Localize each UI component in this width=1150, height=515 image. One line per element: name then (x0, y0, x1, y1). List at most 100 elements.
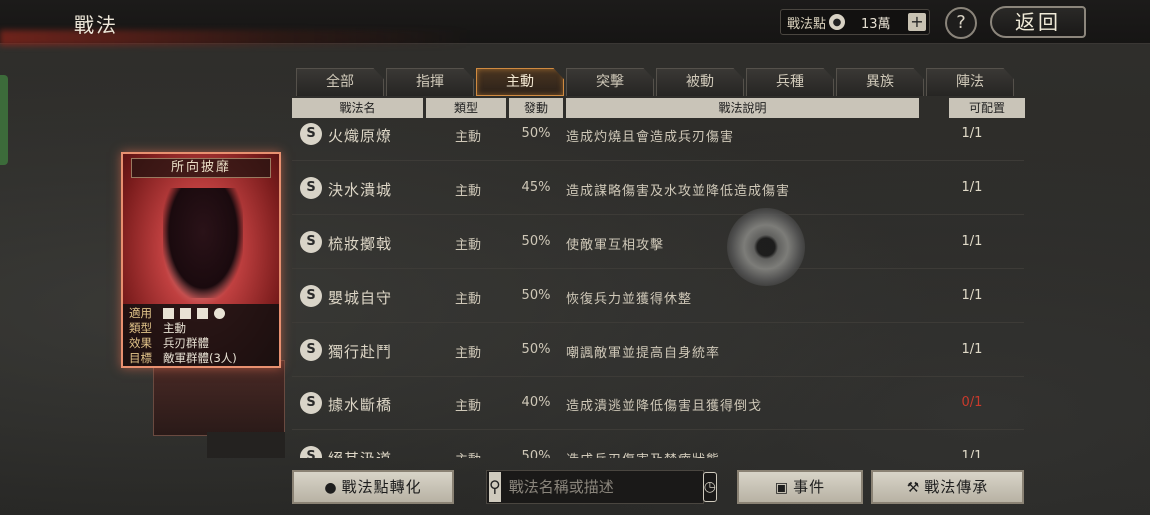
shield-icon (180, 308, 191, 319)
back-button[interactable]: 返回 (990, 6, 1086, 38)
grade-badge: S (300, 230, 322, 253)
card-stack-back-lower (207, 432, 285, 458)
card-effect-label: 效果 (129, 336, 152, 350)
tab-formation[interactable]: 陣法 (926, 68, 1014, 96)
card-target-value: 敵軍群體(3人) (163, 351, 237, 365)
tactic-slot: 1/1 (961, 287, 983, 303)
history-clock-icon[interactable]: ◷ (702, 472, 717, 502)
card-title: 所向披靡 (131, 158, 271, 178)
table-row[interactable]: S 火熾原燎 主動 50% 造成灼燒且會造成兵刃傷害 1/1 (292, 118, 1024, 161)
tactic-type: 主動 (450, 449, 486, 459)
table-row[interactable]: S 據水斷橋 主動 40% 造成潰逃並降低傷害且獲得倒戈 0/1 (292, 376, 1024, 430)
tab-all[interactable]: 全部 (296, 68, 384, 96)
tactic-list: S 火熾原燎 主動 50% 造成灼燒且會造成兵刃傷害 1/1 S 決水潰城 主動… (292, 118, 1024, 458)
flame-icon: ● (829, 14, 846, 30)
tactic-points-label: 戰法點 (787, 16, 827, 32)
card-art (163, 188, 243, 298)
page-title: 戰法 (74, 13, 118, 37)
inherit-label: 戰法傳承 (924, 478, 989, 496)
tactic-desc: 嘲諷敵軍並提高自身統率 (566, 345, 721, 361)
tactic-rate: 50% (521, 233, 551, 249)
tactic-rate: 45% (521, 179, 551, 195)
inherit-button[interactable]: ⚒ 戰法傳承 (871, 470, 1024, 504)
card-applies-label: 適用 (129, 306, 152, 320)
tactic-name: 獨行赴鬥 (328, 342, 393, 361)
column-header-type[interactable]: 類型 (426, 98, 506, 118)
tab-assault[interactable]: 突擊 (566, 68, 654, 96)
tactic-name: 據水斷橋 (328, 395, 393, 414)
tactic-slot: 1/1 (961, 179, 983, 195)
search-icon[interactable]: ⚲ (489, 472, 501, 502)
tactic-desc: 造成潰逃並降低傷害且獲得倒戈 (566, 398, 763, 414)
tactic-points-display: 戰法點 ● 13萬 + (780, 9, 930, 35)
tactic-slot: 1/1 (961, 448, 983, 459)
tactic-slot: 0/1 (961, 394, 983, 410)
card-troop-icons (163, 306, 231, 321)
help-button[interactable]: ? (945, 7, 977, 39)
grade-badge: S (300, 284, 322, 307)
column-header-desc: 戰法說明 (566, 98, 919, 118)
convert-points-label: 戰法點轉化 (341, 478, 422, 496)
card-effect-value: 兵刃群體 (163, 336, 209, 350)
grade-badge: S (300, 445, 322, 458)
tactic-card[interactable]: 所向披靡 適用 類型 主動 效果 兵刃群體 目標 敵軍群體(3人) (121, 152, 281, 368)
tab-foreign[interactable]: 異族 (836, 68, 924, 96)
tab-active[interactable]: 主動 (476, 68, 564, 96)
card-effect-row: 效果 兵刃群體 (129, 336, 273, 351)
tactic-desc: 恢復兵力並獲得休整 (566, 291, 693, 307)
spear-icon (214, 308, 225, 319)
tactic-desc: 造成兵刃傷害及禁療狀態 (566, 449, 720, 459)
table-row[interactable]: S 獨行赴鬥 主動 50% 嘲諷敵軍並提高自身統率 1/1 (292, 323, 1024, 377)
column-header-rate[interactable]: 發動 (509, 98, 563, 118)
tactic-type: 主動 (454, 129, 481, 145)
card-info: 適用 類型 主動 效果 兵刃群體 目標 敵軍群體(3人) (123, 304, 279, 366)
tactic-name: 火熾原燎 (328, 126, 393, 145)
tab-troop[interactable]: 兵種 (746, 68, 834, 96)
tactic-type: 主動 (454, 183, 481, 199)
bow-icon (197, 308, 208, 319)
left-edge-tab[interactable] (0, 75, 8, 165)
table-row[interactable]: S 絕其汲道 主動 50% 造成兵刃傷害及禁療狀態 1/1 (292, 430, 1024, 458)
tactic-rate: 40% (521, 394, 551, 410)
tab-passive[interactable]: 被動 (656, 68, 744, 96)
search-input[interactable] (500, 472, 703, 502)
event-button[interactable]: ▣ 事件 (737, 470, 863, 504)
loading-spinner-icon (727, 208, 805, 286)
add-points-button[interactable]: + (908, 13, 926, 31)
tactic-points-value: 13萬 (861, 16, 891, 32)
tactic-desc: 造成謀略傷害及水攻並降低造成傷害 (566, 183, 791, 199)
card-type-row: 類型 主動 (129, 321, 273, 336)
tactic-slot: 1/1 (961, 125, 983, 141)
tactic-desc: 造成灼燒且會造成兵刃傷害 (566, 129, 735, 145)
card-type-label: 類型 (129, 321, 152, 335)
tactic-type: 主動 (454, 291, 481, 307)
cavalry-icon (163, 308, 174, 319)
convert-points-button[interactable]: ● 戰法點轉化 (292, 470, 454, 504)
flame-icon: ● (324, 480, 338, 496)
tab-bar: 全部 指揮 主動 突擊 被動 兵種 異族 陣法 (296, 68, 1016, 96)
grade-badge: S (300, 338, 322, 361)
tactic-slot: 1/1 (961, 233, 983, 249)
tactic-name: 嬰城自守 (328, 288, 393, 307)
event-icon: ▣ (774, 480, 790, 496)
tactic-rate: 50% (521, 125, 551, 141)
table-header: 戰法名 類型 發動 戰法說明 可配置 (292, 98, 1028, 118)
table-row[interactable]: S 決水潰城 主動 45% 造成謀略傷害及水攻並降低造成傷害 1/1 (292, 161, 1024, 215)
table-row[interactable]: S 嬰城自守 主動 50% 恢復兵力並獲得休整 1/1 (292, 269, 1024, 323)
tactic-rate: 50% (521, 287, 551, 303)
tactic-type: 主動 (454, 237, 481, 253)
column-header-slot[interactable]: 可配置 (949, 98, 1025, 118)
column-header-name[interactable]: 戰法名 (292, 98, 423, 118)
card-target-row: 目標 敵軍群體(3人) (129, 351, 273, 366)
tactic-rate: 50% (521, 448, 551, 459)
search-bar: ⚲ ◷ (486, 470, 717, 504)
card-type-value: 主動 (163, 321, 186, 335)
top-bar: 戰法 戰法點 ● 13萬 + ? 返回 (0, 0, 1150, 46)
tactic-slot: 1/1 (961, 341, 983, 357)
grade-badge: S (300, 176, 322, 199)
tactic-name: 梳妝擲戟 (328, 234, 393, 253)
title-glow (0, 30, 470, 46)
table-row[interactable]: S 梳妝擲戟 主動 50% 使敵軍互相攻擊 1/1 (292, 215, 1024, 269)
tab-command[interactable]: 指揮 (386, 68, 474, 96)
card-stack-back (153, 360, 285, 436)
